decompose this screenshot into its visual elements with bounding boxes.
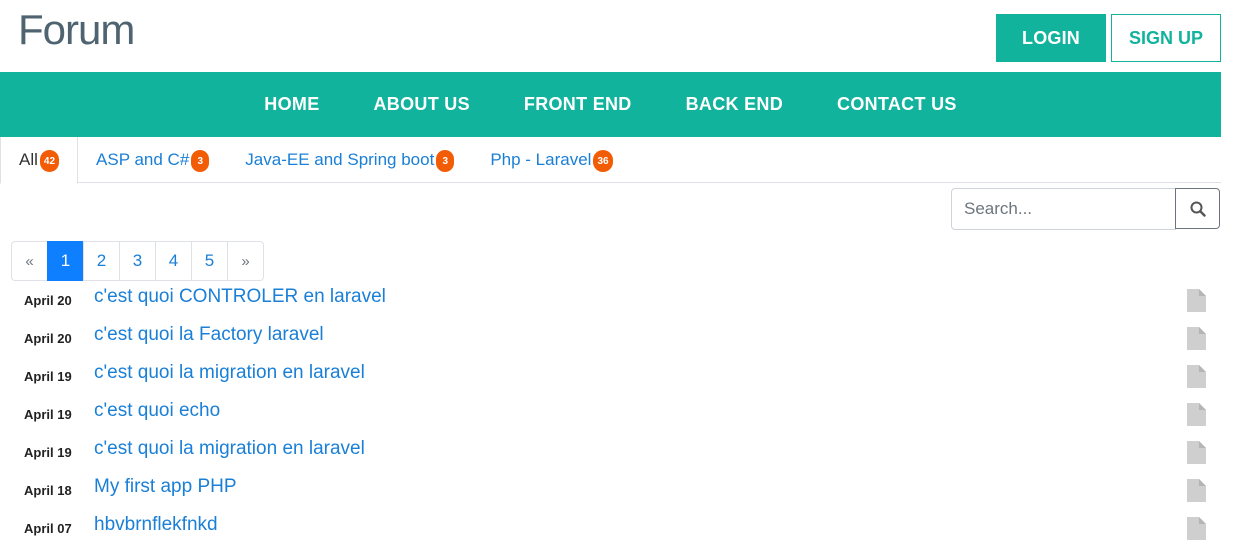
post-title-link[interactable]: My first app PHP <box>94 476 237 498</box>
document-icon <box>1187 327 1206 350</box>
post-title-link[interactable]: c'est quoi la migration en laravel <box>94 438 365 460</box>
count-badge: 36 <box>593 150 613 172</box>
tab-label: Java-EE and Spring boot <box>245 150 435 169</box>
search-bar <box>951 188 1221 230</box>
page-prev[interactable]: « <box>11 241 48 281</box>
document-icon <box>1187 403 1206 426</box>
document-icon <box>1187 365 1206 388</box>
search-input[interactable] <box>951 188 1176 230</box>
page-1[interactable]: 1 <box>47 241 84 281</box>
nav-back-end[interactable]: BACK END <box>686 94 783 115</box>
page-4[interactable]: 4 <box>155 241 192 281</box>
count-badge: 3 <box>436 150 455 172</box>
post-date: April 19 <box>24 407 72 422</box>
document-icon <box>1187 479 1206 502</box>
post-date: April 07 <box>24 521 72 536</box>
post-title-link[interactable]: c'est quoi la migration en laravel <box>94 362 365 384</box>
nav-contact-us[interactable]: CONTACT US <box>837 94 957 115</box>
tab-label: ASP and C# <box>96 150 190 169</box>
list-item: April 20 c'est quoi la Factory laravel <box>0 320 1221 358</box>
list-item: April 07 hbvbrnflekfnkd <box>0 510 1221 548</box>
document-icon <box>1187 517 1206 540</box>
search-icon <box>1190 201 1206 217</box>
nav-home[interactable]: HOME <box>264 94 319 115</box>
post-title-link[interactable]: c'est quoi CONTROLER en laravel <box>94 286 386 308</box>
tab-php-laravel[interactable]: Php - Laravel 36 <box>472 137 630 183</box>
page-5[interactable]: 5 <box>191 241 228 281</box>
forum-logo[interactable]: Forum <box>18 6 135 53</box>
post-list: April 20 c'est quoi CONTROLER en laravel… <box>0 282 1221 548</box>
login-button[interactable]: LOGIN <box>996 14 1106 62</box>
page-3[interactable]: 3 <box>119 241 156 281</box>
post-title-link[interactable]: c'est quoi la Factory laravel <box>94 324 324 346</box>
logo-text: Forum <box>18 6 135 53</box>
post-date: April 20 <box>24 331 72 346</box>
tab-label: Php - Laravel <box>490 150 592 169</box>
post-date: April 20 <box>24 293 72 308</box>
post-date: April 19 <box>24 369 72 384</box>
post-date: April 19 <box>24 445 72 460</box>
count-badge: 42 <box>39 150 60 172</box>
main-navbar: HOME ABOUT US FRONT END BACK END CONTACT… <box>0 72 1221 137</box>
header: Forum LOGIN SIGN UP <box>0 0 1241 72</box>
tab-all[interactable]: All 42 <box>0 137 79 184</box>
list-item: April 19 c'est quoi echo <box>0 396 1221 434</box>
tab-java-spring[interactable]: Java-EE and Spring boot 3 <box>227 137 472 183</box>
pagination: « 1 2 3 4 5 » <box>11 241 264 281</box>
list-item: April 19 c'est quoi la migration en lara… <box>0 358 1221 396</box>
document-icon <box>1187 441 1206 464</box>
count-badge: 3 <box>191 150 210 172</box>
page-2[interactable]: 2 <box>83 241 120 281</box>
tab-label: All <box>19 150 38 169</box>
page-next[interactable]: » <box>227 241 264 281</box>
list-item: April 20 c'est quoi CONTROLER en laravel <box>0 282 1221 320</box>
list-item: April 18 My first app PHP <box>0 472 1221 510</box>
category-tabs: All 42 ASP and C# 3 Java-EE and Spring b… <box>0 137 1221 184</box>
post-title-link[interactable]: hbvbrnflekfnkd <box>94 514 218 536</box>
document-icon <box>1187 289 1206 312</box>
post-title-link[interactable]: c'est quoi echo <box>94 400 220 422</box>
nav-about-us[interactable]: ABOUT US <box>374 94 470 115</box>
nav-front-end[interactable]: FRONT END <box>524 94 632 115</box>
list-item: April 19 c'est quoi la migration en lara… <box>0 434 1221 472</box>
post-date: April 18 <box>24 483 72 498</box>
search-button[interactable] <box>1175 188 1220 229</box>
signup-button[interactable]: SIGN UP <box>1111 14 1221 62</box>
tab-asp-csharp[interactable]: ASP and C# 3 <box>78 137 227 183</box>
